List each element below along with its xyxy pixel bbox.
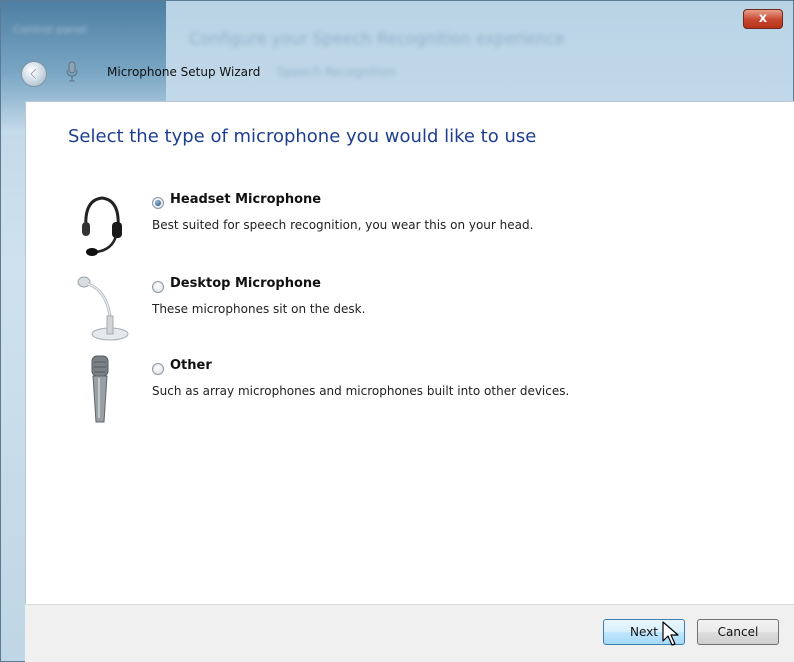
desktop-option-title[interactable]: Desktop Microphone [170, 276, 321, 291]
desktop-microphone-icon [77, 276, 129, 341]
headset-icon [82, 196, 122, 256]
headset-option-description: Best suited for speech recognition, you … [152, 218, 534, 232]
back-button[interactable] [21, 61, 47, 87]
desktop-radio[interactable] [152, 281, 164, 293]
window-title: Microphone Setup Wizard [107, 65, 261, 79]
headset-option-title[interactable]: Headset Microphone [170, 192, 321, 207]
handheld-microphone-icon [91, 355, 109, 423]
mouse-cursor-icon [662, 621, 679, 646]
back-arrow-icon [29, 67, 38, 81]
other-option-description: Such as array microphones and microphone… [152, 384, 570, 398]
desktop-option-description: These microphones sit on the desk. [152, 302, 366, 316]
cancel-button[interactable]: Cancel [697, 619, 779, 645]
microphone-small-icon [66, 61, 78, 82]
close-button[interactable]: x [743, 9, 783, 29]
option-desktop[interactable]: Desktop Microphone These microphones sit… [26, 272, 786, 342]
option-other[interactable]: Other Such as array microphones and micr… [26, 354, 786, 424]
option-headset[interactable]: Headset Microphone Best suited for speec… [26, 188, 786, 258]
headset-radio[interactable] [152, 197, 164, 209]
other-option-title[interactable]: Other [170, 358, 212, 373]
page-heading: Select the type of microphone you would … [68, 126, 537, 147]
content-panel: Select the type of microphone you would … [25, 101, 794, 604]
other-radio[interactable] [152, 363, 164, 375]
wizard-window: Control panel Configure your Speech Reco… [0, 0, 794, 662]
title-bar: x Microphone Setup Wizard [1, 1, 794, 101]
